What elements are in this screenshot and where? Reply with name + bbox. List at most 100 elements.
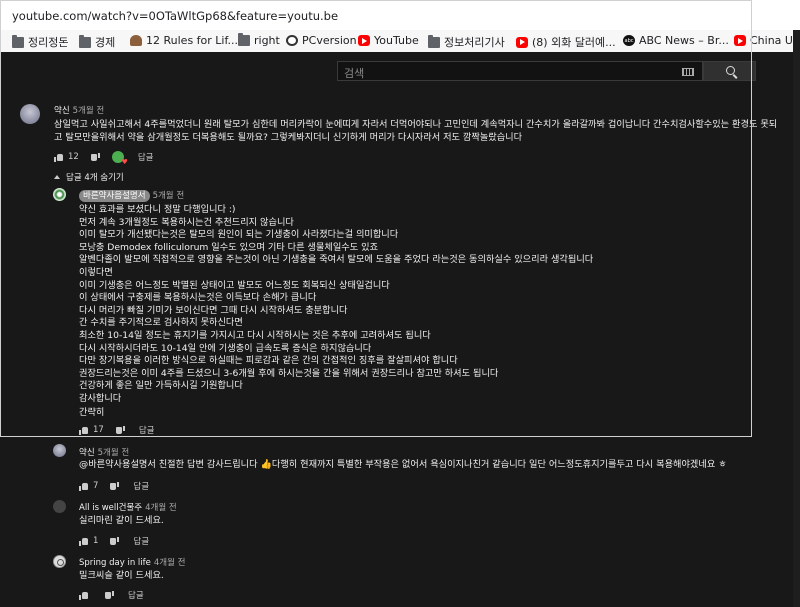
hide-replies-button[interactable]: 답글 4개 숨기기 xyxy=(54,171,124,183)
comment-actions: 7 답글 xyxy=(79,480,149,492)
folder-icon xyxy=(12,34,24,48)
comment-line: 이미 기생충은 어느정도 박멸된 상태이고 발모도 어느정도 회복되신 상태일겁… xyxy=(79,279,390,291)
bookmark-label: 정리정돈 xyxy=(28,36,69,49)
bookmark-경제[interactable]: 경제 xyxy=(79,34,115,50)
avatar[interactable] xyxy=(20,104,40,124)
folder-icon xyxy=(428,34,440,48)
comment-line: @바른약사용설명서 친절한 답변 감사드립니다 👍다행히 현재까지 특별한 부작… xyxy=(79,459,727,470)
chevron-up-icon xyxy=(54,175,60,179)
avatar[interactable] xyxy=(53,500,66,513)
folder-icon xyxy=(79,34,91,48)
comment-author[interactable]: Spring day in life xyxy=(79,558,151,568)
comment-author[interactable]: 바른약사음설명서 xyxy=(79,190,150,202)
comment-text: 밀크씨슬 같이 드세요. xyxy=(79,570,164,583)
youtube-icon xyxy=(358,35,370,46)
comment-line: 다만 장기복용을 이러한 방식으로 하실때는 피로감과 같은 간의 간접적인 징… xyxy=(79,355,458,367)
bookmark-china-uncen[interactable]: China Uncen xyxy=(734,34,800,47)
comment-actions: 답글 xyxy=(79,589,144,601)
comment-header: 약신 5개월 전 xyxy=(79,446,129,458)
comment-header: Spring day in life 4개월 전 xyxy=(79,556,185,568)
bookmark-youtube[interactable]: YouTube xyxy=(358,34,419,47)
dislike-icon[interactable] xyxy=(105,591,114,600)
like-count: 12 xyxy=(68,152,79,162)
bookmark-right[interactable]: right xyxy=(238,33,280,47)
like-icon[interactable] xyxy=(79,482,88,491)
comment-line: 최소한 10-14일 정도는 휴지기를 가지시고 다시 시작하시는 것은 추후에… xyxy=(79,329,431,341)
comment-line: 다시 시작하시더라도 10-14일 안에 기생충이 급속도록 증식은 하지않습니… xyxy=(79,342,372,354)
reply-button[interactable]: 답글 xyxy=(133,480,149,492)
comment-time[interactable]: 4개월 전 xyxy=(154,558,186,568)
youtube-icon xyxy=(734,35,746,46)
comment-text: 약신 효과를 보셨다니 정말 다행입니다 :) 먼저 계속 3개월정도 복용하시… xyxy=(79,204,593,419)
person-icon xyxy=(130,35,142,46)
bookmarks-bar: 정리정돈 경제 12 Rules for Lif... right PCvers… xyxy=(0,30,800,52)
search-icon xyxy=(726,66,735,75)
comment-line: 실리마린 같이 드세요. xyxy=(79,515,164,526)
folder-icon xyxy=(238,33,250,46)
address-bar[interactable]: youtube.com/watch?v=0OTaWltGp68&feature=… xyxy=(0,0,800,30)
comment-author[interactable]: 약신 xyxy=(79,448,95,458)
comment-text: 실리마린 같이 드세요. xyxy=(79,515,164,528)
comment-time[interactable]: 4개월 전 xyxy=(145,503,177,513)
bookmark-외화-달러예[interactable]: (8) 외화 달러예... xyxy=(516,34,616,50)
youtube-icon xyxy=(516,36,528,48)
like-count: 17 xyxy=(93,425,104,435)
comment-time[interactable]: 5개월 전 xyxy=(73,106,105,116)
bookmark-12-rules[interactable]: 12 Rules for Lif... xyxy=(130,34,238,47)
comment-line: 모낭충 Demodex folliculorum 일수도 있으며 기타 다른 생… xyxy=(79,241,379,253)
bookmark-pcversion[interactable]: PCversion xyxy=(286,34,357,47)
comment-actions: 17 답글 xyxy=(79,424,154,436)
bookmark-정리정돈[interactable]: 정리정돈 xyxy=(12,34,68,50)
comment-actions: 1 답글 xyxy=(79,535,149,547)
avatar[interactable] xyxy=(53,444,66,457)
like-icon[interactable] xyxy=(54,153,63,162)
bookmark-label: 12 Rules for Lif... xyxy=(146,34,239,47)
comment-line: 이미 탈모가 개선됐다는것은 탈모의 원인이 되는 기생충이 사라졌다는걸 의미… xyxy=(79,229,399,241)
comment-line: 밀크씨슬 같이 드세요. xyxy=(79,570,164,581)
bookmark-label: PCversion xyxy=(302,34,357,47)
bookmark-label: 정보처리기사 xyxy=(444,36,505,49)
dislike-icon[interactable] xyxy=(110,482,119,491)
reply-button[interactable]: 답글 xyxy=(133,535,149,547)
bookmark-label: right xyxy=(254,34,280,47)
comment-actions: 12 답글 xyxy=(54,151,154,166)
comment-line: 건강하게 좋은 일만 가득하시길 기원합니다 xyxy=(79,380,243,392)
bookmark-label: YouTube xyxy=(374,34,419,47)
reply-button[interactable]: 답글 xyxy=(128,589,144,601)
comment-line: 감사합니다 xyxy=(79,392,122,404)
comment-time[interactable]: 5개월 전 xyxy=(98,448,130,458)
comment-author[interactable]: All is well건물주 xyxy=(79,503,142,513)
like-count: 1 xyxy=(93,536,99,546)
show-less-button[interactable]: 간략히 xyxy=(79,407,593,420)
dislike-icon[interactable] xyxy=(110,537,119,546)
pcversion-icon xyxy=(286,35,298,46)
dislike-icon[interactable] xyxy=(116,426,125,435)
keyboard-icon[interactable] xyxy=(682,68,694,76)
scrollbar[interactable] xyxy=(793,30,800,607)
comment-line: 약신 효과를 보셨다니 정말 다행입니다 :) xyxy=(79,204,236,215)
avatar[interactable] xyxy=(53,188,66,201)
comment-time[interactable]: 5개월 전 xyxy=(153,191,185,201)
bookmark-정보처리기사[interactable]: 정보처리기사 xyxy=(428,34,505,50)
url-text[interactable]: youtube.com/watch?v=0OTaWltGp68&feature=… xyxy=(12,9,338,23)
search-button[interactable] xyxy=(703,61,756,81)
bookmark-label: (8) 외화 달러예... xyxy=(532,36,616,49)
like-icon[interactable] xyxy=(79,537,88,546)
comment-line: 이렇다면 xyxy=(79,266,113,278)
like-icon[interactable] xyxy=(79,426,88,435)
bookmark-abc-news[interactable]: abc ABC News – Br... xyxy=(623,34,729,47)
like-count: 7 xyxy=(93,481,99,491)
abc-icon: abc xyxy=(623,35,635,46)
comment-line: 먼저 계속 3개월정도 복용하시는건 추천드리지 않습니다 xyxy=(79,216,294,228)
dislike-icon[interactable] xyxy=(91,153,100,162)
bookmark-label: ABC News – Br... xyxy=(639,34,729,47)
comment-header: All is well건물주 4개월 전 xyxy=(79,501,177,513)
comment-header: 약신 5개월 전 xyxy=(54,104,104,116)
comment-author[interactable]: 약신 xyxy=(54,106,70,116)
like-icon[interactable] xyxy=(79,591,88,600)
bookmark-label: 경제 xyxy=(95,36,116,49)
reply-button[interactable]: 답글 xyxy=(138,151,154,163)
search-input[interactable] xyxy=(338,64,668,83)
reply-button[interactable]: 답글 xyxy=(139,424,155,436)
avatar[interactable] xyxy=(53,555,66,568)
